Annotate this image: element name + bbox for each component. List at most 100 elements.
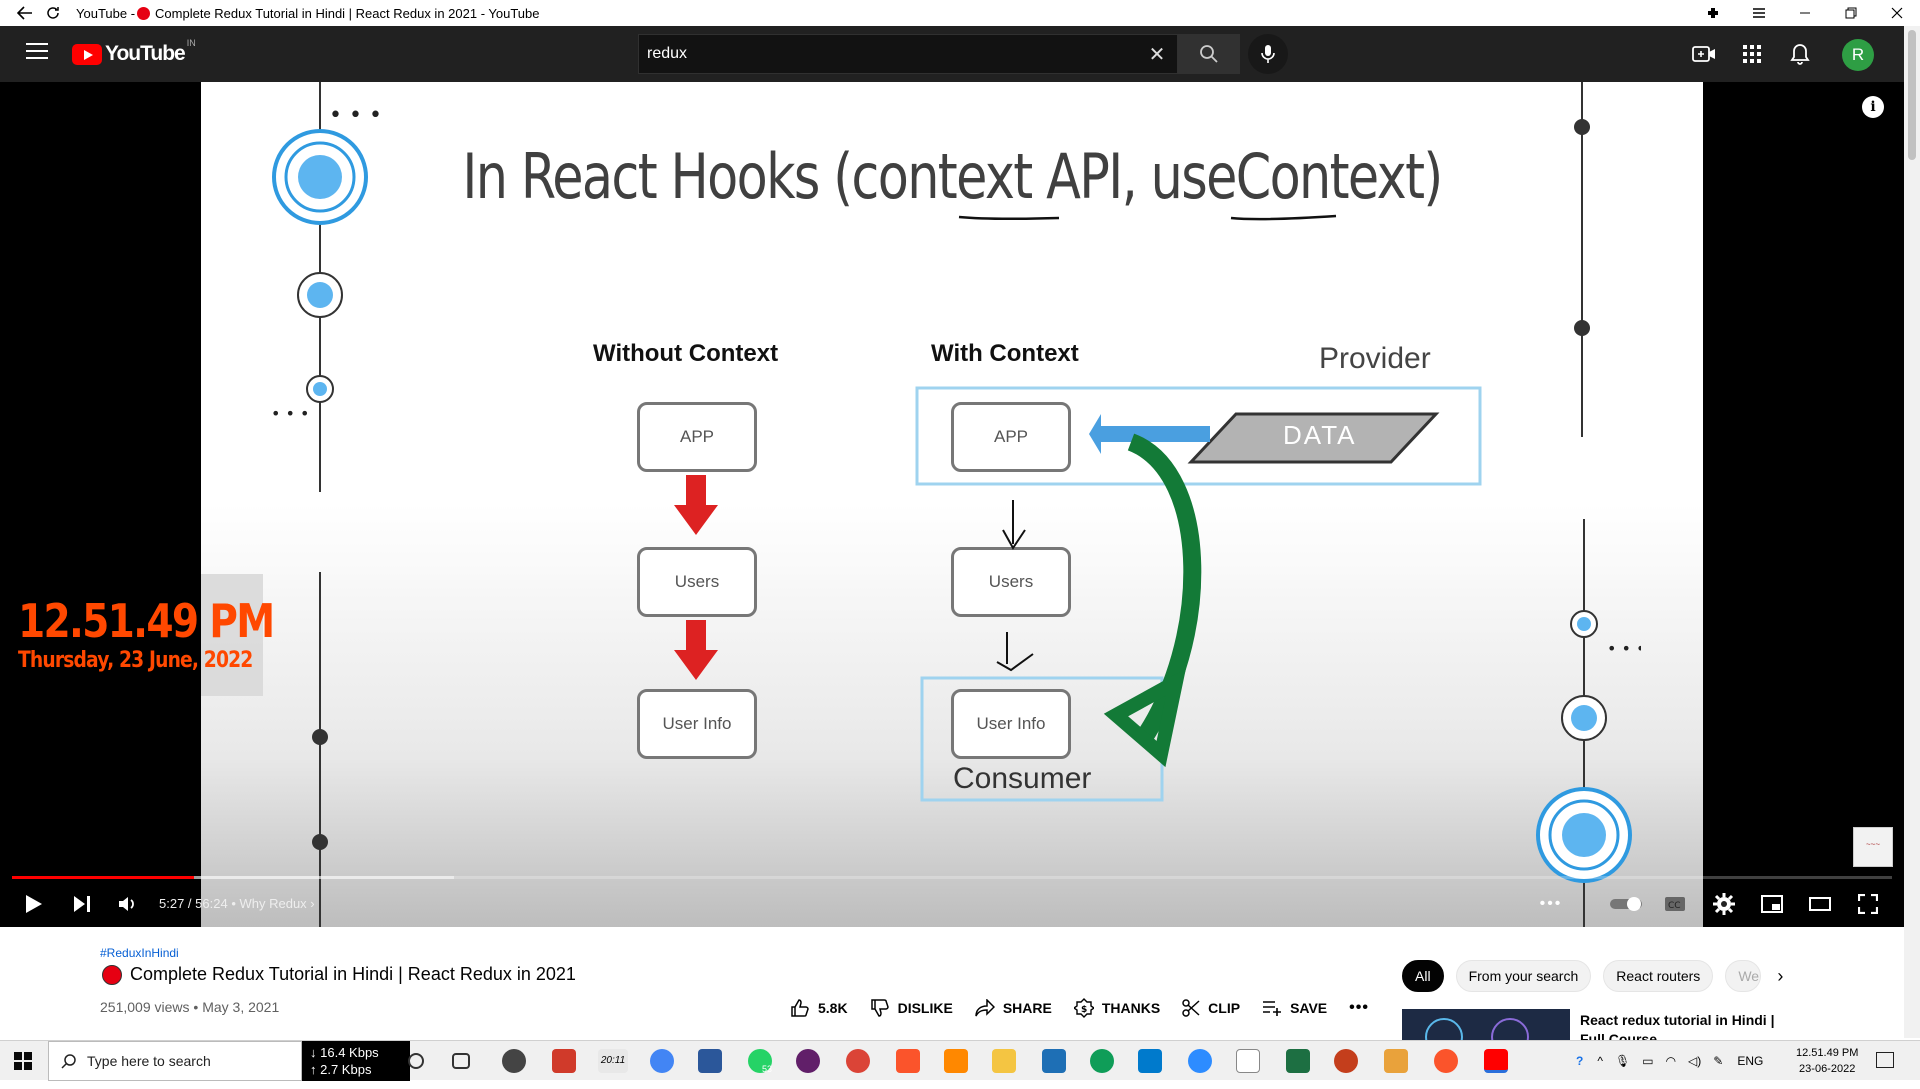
slack-icon[interactable]	[796, 1049, 820, 1073]
chrome-green-icon[interactable]	[1090, 1049, 1114, 1073]
clock-widget-taskbar-icon[interactable]: 20:11	[598, 1049, 628, 1073]
speaker-icon[interactable]: ◁)	[1688, 1054, 1701, 1068]
mute-button[interactable]	[112, 888, 144, 920]
chip-react-routers[interactable]: React routers	[1603, 960, 1714, 992]
file-explorer-icon[interactable]	[992, 1049, 1016, 1073]
fullscreen-button[interactable]	[1852, 888, 1884, 920]
clip-button[interactable]: CLIP	[1182, 999, 1240, 1017]
powerpoint-icon[interactable]	[1334, 1049, 1358, 1073]
brave-browser-icon[interactable]	[1434, 1049, 1458, 1073]
autoplay-toggle[interactable]	[1608, 888, 1644, 920]
network-speed-meter: ↓ 16.4 Kbps ↑ 2.7 Kbps	[302, 1041, 410, 1081]
vlc-icon[interactable]	[944, 1049, 968, 1073]
media-app-icon[interactable]	[1384, 1049, 1408, 1073]
video-hashtag[interactable]: #ReduxInHindi	[100, 946, 179, 960]
chapter-title[interactable]: Why Redux	[239, 896, 306, 911]
video-stats: 251,009 views • May 3, 2021	[100, 999, 280, 1015]
video-player[interactable]: • • • • • • • • • In React Hooks (contex…	[0, 82, 1904, 927]
search-button[interactable]	[1178, 34, 1240, 74]
clip-label: CLIP	[1208, 1000, 1241, 1016]
obs-icon[interactable]	[502, 1049, 526, 1073]
cortana-icon[interactable]	[408, 1053, 424, 1069]
search-icon	[61, 1054, 76, 1069]
help-icon[interactable]: ?	[1576, 1054, 1583, 1068]
next-button[interactable]	[66, 888, 98, 920]
menu-icon[interactable]	[1736, 0, 1782, 26]
vscode-icon[interactable]	[1138, 1049, 1162, 1073]
wifi-icon[interactable]: ◠	[1666, 1054, 1676, 1068]
download-speed: 16.4 Kbps	[320, 1045, 379, 1060]
chip-truncated[interactable]: We	[1725, 960, 1762, 992]
like-button[interactable]: 5.8K	[790, 998, 848, 1018]
channel-watermark[interactable]: ~~~	[1853, 827, 1893, 867]
notifications-bell-icon[interactable]	[1786, 40, 1814, 68]
taskbar-clock[interactable]: 12.51.49 PM 23-06-2022	[1796, 1045, 1858, 1077]
settings-button[interactable]	[1708, 888, 1740, 920]
microphone-tray-icon[interactable]: 🎙	[1615, 1054, 1630, 1068]
dislike-button[interactable]: DISLIKE	[870, 998, 953, 1018]
guide-menu-icon[interactable]	[26, 43, 48, 61]
zoom-icon[interactable]	[1188, 1049, 1212, 1073]
brave-icon[interactable]	[896, 1049, 920, 1073]
miniplayer-icon	[1761, 895, 1783, 913]
youtube-logo[interactable]: YouTube IN	[72, 38, 196, 66]
whatsapp-icon[interactable]: 53	[748, 1049, 772, 1074]
chrome-profile-icon[interactable]	[846, 1049, 870, 1073]
extensions-icon[interactable]	[1690, 0, 1736, 26]
chevron-right-icon[interactable]: ›	[1777, 966, 1783, 987]
page-scrollbar[interactable]	[1904, 26, 1920, 1038]
apps-grid-icon[interactable]	[1738, 40, 1766, 68]
progress-bar[interactable]	[12, 876, 1892, 879]
super-thanks-icon: $	[1073, 998, 1094, 1018]
minimize-icon[interactable]	[1782, 0, 1828, 26]
save-button[interactable]: SAVE	[1262, 1000, 1327, 1016]
info-icon[interactable]: i	[1862, 96, 1884, 118]
excel-icon[interactable]	[1286, 1049, 1310, 1073]
current-time: 5:27	[159, 896, 185, 911]
voice-search-button[interactable]	[1248, 34, 1288, 74]
restore-icon[interactable]	[1828, 0, 1874, 26]
notification-center-icon[interactable]	[1876, 1052, 1894, 1068]
taskbar-date: 23-06-2022	[1799, 1063, 1856, 1075]
chip-all[interactable]: All	[1402, 960, 1444, 992]
browser-titlebar: YouTube - Complete Redux Tutorial in Hin…	[0, 0, 1920, 26]
taskbar-search-box[interactable]: Type here to search	[48, 1041, 302, 1081]
miniplayer-button[interactable]	[1756, 888, 1788, 920]
show-hidden-icons-icon[interactable]: ^	[1597, 1054, 1603, 1068]
app-icon-red[interactable]	[552, 1049, 576, 1073]
scrollbar-thumb[interactable]	[1908, 30, 1916, 160]
photos-icon[interactable]	[1042, 1049, 1066, 1073]
subtitles-button[interactable]: CC	[1659, 888, 1691, 920]
share-icon	[975, 999, 995, 1017]
youtube-app-icon[interactable]	[1484, 1049, 1508, 1073]
svg-text:$: $	[1081, 1005, 1087, 1015]
pen-icon[interactable]: ✎	[1713, 1054, 1723, 1068]
word-icon[interactable]	[698, 1049, 722, 1073]
close-window-icon[interactable]	[1874, 0, 1920, 26]
search-query[interactable]: redux	[639, 45, 1137, 63]
create-video-icon[interactable]	[1690, 40, 1718, 68]
windows-start-icon[interactable]	[14, 1052, 32, 1070]
reload-icon[interactable]	[42, 2, 64, 24]
live-dot-icon	[137, 6, 151, 20]
back-icon[interactable]	[14, 2, 36, 24]
theater-mode-button[interactable]	[1804, 888, 1836, 920]
thanks-button[interactable]: $ THANKS	[1073, 998, 1160, 1018]
chip-from-your-search[interactable]: From your search	[1455, 960, 1592, 992]
more-actions-icon[interactable]: •••	[1349, 999, 1369, 1017]
chrome-icon[interactable]	[650, 1049, 674, 1073]
dislike-label: DISLIKE	[897, 1000, 953, 1016]
task-view-icon[interactable]	[452, 1053, 470, 1069]
language-indicator[interactable]: ENG	[1737, 1054, 1763, 1068]
like-count: 5.8K	[818, 1000, 848, 1016]
battery-icon[interactable]: ▭	[1642, 1054, 1653, 1068]
search-input[interactable]: redux ✕	[638, 34, 1178, 74]
youtube-header: YouTube IN redux ✕ R	[0, 26, 1920, 82]
clear-search-icon[interactable]: ✕	[1137, 42, 1177, 67]
play-button[interactable]	[18, 888, 50, 920]
account-avatar[interactable]: R	[1842, 39, 1874, 71]
more-options-icon[interactable]: •••	[1535, 888, 1567, 920]
paint-icon[interactable]	[1236, 1049, 1260, 1073]
share-button[interactable]: SHARE	[975, 999, 1052, 1017]
video-frame-slide: • • • • • • • • • In React Hooks (contex…	[201, 82, 1703, 927]
